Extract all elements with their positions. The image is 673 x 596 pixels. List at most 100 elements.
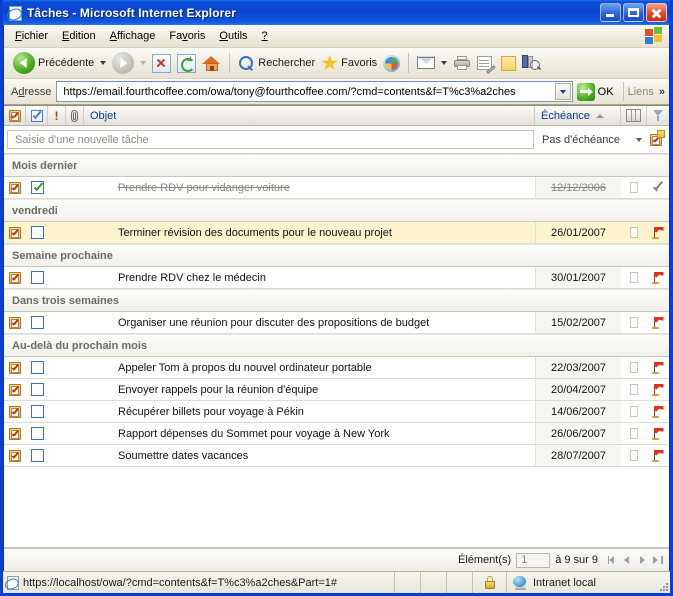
red-flag-icon — [651, 405, 665, 418]
address-input[interactable]: https://email.fourthcoffee.com/owa/tony@… — [56, 81, 573, 102]
task-row[interactable]: Appeler Tom à propos du nouvel ordinateu… — [4, 357, 669, 379]
maximize-button[interactable] — [623, 3, 644, 22]
toolbar-overflow-chevron-icon[interactable]: » — [657, 86, 669, 98]
home-button[interactable] — [199, 51, 224, 75]
edit-button[interactable] — [474, 51, 498, 75]
task-group-header[interactable]: vendredi — [4, 199, 669, 222]
forward-dropdown-icon[interactable] — [140, 61, 147, 65]
new-task-button[interactable] — [646, 130, 666, 149]
task-group-header[interactable]: Semaine prochaine — [4, 244, 669, 267]
pager-previous-button[interactable] — [622, 555, 633, 566]
task-complete-checkbox[interactable] — [26, 379, 48, 400]
close-button[interactable] — [646, 3, 667, 22]
menu-edition[interactable]: Edition — [55, 28, 103, 44]
task-complete-checkbox[interactable] — [26, 423, 48, 444]
task-row[interactable]: Terminer révision des documents pour le … — [4, 222, 669, 244]
go-button[interactable]: OK — [573, 82, 619, 101]
task-note-indicator — [621, 357, 647, 378]
forward-arrow-icon — [112, 52, 135, 74]
back-button[interactable]: Précédente — [10, 51, 97, 75]
task-complete-checkbox[interactable] — [26, 401, 48, 422]
task-priority-cell — [48, 222, 66, 243]
refresh-button[interactable] — [174, 51, 199, 75]
task-row[interactable]: Récupérer billets pour voyage à Pékin 14/… — [4, 401, 669, 423]
column-header-attachment[interactable] — [66, 106, 84, 125]
media-button[interactable] — [380, 51, 403, 75]
task-complete-checkbox[interactable] — [26, 177, 48, 198]
favorites-button[interactable]: Favoris — [318, 51, 380, 75]
task-complete-checkbox[interactable] — [26, 445, 48, 466]
go-arrow-icon — [576, 82, 595, 101]
task-flag[interactable] — [647, 357, 669, 378]
task-row[interactable]: Organiser une réunion pour discuter des … — [4, 312, 669, 334]
task-complete-checkbox[interactable] — [26, 357, 48, 378]
filter-button[interactable] — [647, 106, 669, 125]
forward-button[interactable] — [109, 51, 137, 75]
search-button[interactable]: Rechercher — [235, 51, 318, 75]
task-flag[interactable] — [647, 267, 669, 288]
task-note-indicator — [621, 267, 647, 288]
task-group-header[interactable]: Mois dernier — [4, 154, 669, 177]
column-header-priority[interactable]: ! — [48, 106, 66, 125]
pager-from-input[interactable]: 1 — [516, 552, 551, 568]
task-row[interactable]: Rapport dépenses du Sommet pour voyage à… — [4, 423, 669, 445]
menu-help[interactable]: ? — [255, 28, 275, 44]
lock-icon — [484, 576, 495, 589]
column-header-complete[interactable] — [26, 106, 48, 125]
mail-button[interactable] — [414, 51, 438, 75]
mail-icon — [417, 56, 436, 70]
status-zone-pane[interactable]: Intranet local — [506, 572, 654, 593]
task-row[interactable]: Envoyer rappels pour la réunion d'équipe… — [4, 379, 669, 401]
stop-button[interactable] — [149, 51, 174, 75]
task-complete-checkbox[interactable] — [26, 267, 48, 288]
task-flag[interactable] — [647, 401, 669, 422]
new-task-input[interactable]: Saisie d'une nouvelle tâche — [7, 130, 534, 149]
new-task-due-select[interactable]: Pas d'échéance — [534, 130, 646, 149]
print-button[interactable] — [450, 51, 474, 75]
resize-grip[interactable] — [654, 572, 670, 593]
intranet-globe-icon — [513, 575, 528, 590]
red-flag-icon — [651, 361, 665, 374]
column-header-subject[interactable]: Objet — [84, 106, 535, 125]
pager-first-button[interactable] — [607, 555, 618, 566]
task-group-header[interactable]: Au-delà du prochain mois — [4, 334, 669, 357]
task-flag[interactable] — [647, 177, 669, 198]
menu-bar: Fichier Edition Affichage Favoris Outils… — [4, 25, 669, 48]
task-flag[interactable] — [647, 222, 669, 243]
refresh-icon — [177, 53, 197, 73]
research-button[interactable] — [519, 51, 543, 75]
task-flag[interactable] — [647, 423, 669, 444]
task-flag[interactable] — [647, 445, 669, 466]
minimize-button[interactable] — [600, 3, 621, 22]
task-due-date: 22/03/2007 — [535, 357, 621, 378]
task-due-date: 26/01/2007 — [535, 222, 621, 243]
task-row[interactable]: Soumettre dates vacances 28/07/2007 — [4, 445, 669, 467]
column-chooser-button[interactable] — [621, 106, 647, 125]
task-flag[interactable] — [647, 312, 669, 333]
column-header-due[interactable]: Échéance — [535, 106, 621, 125]
links-label[interactable]: Liens — [628, 86, 657, 98]
pager-next-button[interactable] — [637, 555, 648, 566]
address-dropdown-button[interactable] — [554, 83, 571, 100]
column-header-icon[interactable] — [4, 106, 26, 125]
task-row[interactable]: Prendre RDV pour vidanger voiture 12/12/2… — [4, 177, 669, 199]
toolbar-separator-2 — [408, 53, 410, 73]
mail-dropdown-icon[interactable] — [441, 61, 448, 65]
notes-button[interactable] — [498, 51, 519, 75]
task-priority-cell — [48, 423, 66, 444]
pager-last-button[interactable] — [652, 555, 663, 566]
task-complete-checkbox[interactable] — [26, 312, 48, 333]
task-flag[interactable] — [647, 379, 669, 400]
back-dropdown-icon[interactable] — [100, 61, 107, 65]
new-task-due-label: Pas d'échéance — [542, 133, 620, 146]
task-complete-checkbox[interactable] — [26, 222, 48, 243]
pager-arrows — [607, 555, 663, 566]
task-row[interactable]: Prendre RDV chez le médecin 30/01/2007 — [4, 267, 669, 289]
menu-favoris[interactable]: Favoris — [162, 28, 212, 44]
menu-fichier[interactable]: Fichier — [8, 28, 55, 44]
task-group-header[interactable]: Dans trois semaines — [4, 289, 669, 312]
menu-outils[interactable]: Outils — [212, 28, 254, 44]
sparkle-icon — [657, 130, 665, 138]
menu-affichage[interactable]: Affichage — [103, 28, 163, 44]
task-due-date: 12/12/2006 — [535, 177, 621, 198]
